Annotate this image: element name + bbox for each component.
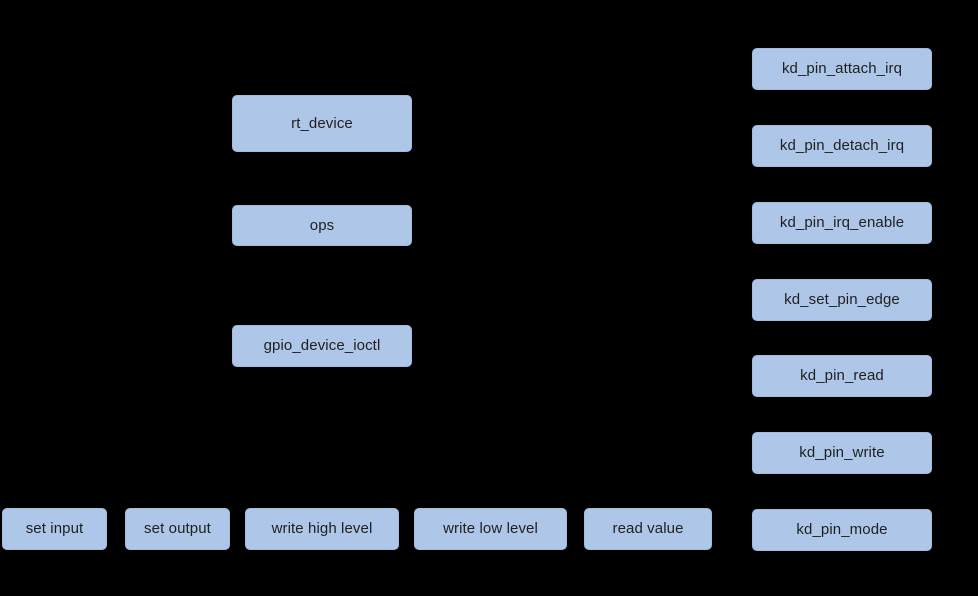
node-ops[interactable]: ops xyxy=(232,205,412,246)
node-label: rt_device xyxy=(291,114,353,132)
node-set-output[interactable]: set output xyxy=(125,508,230,550)
node-set-input[interactable]: set input xyxy=(2,508,107,550)
node-label: kd_set_pin_edge xyxy=(784,291,900,309)
node-gpio-device-ioctl[interactable]: gpio_device_ioctl xyxy=(232,325,412,367)
node-label: kd_pin_detach_irq xyxy=(779,137,905,155)
node-label: kd_pin_mode xyxy=(796,521,888,539)
node-label: set output xyxy=(144,520,211,538)
node-label: kd_pin_irq_enable xyxy=(779,214,905,232)
node-label: gpio_device_ioctl xyxy=(263,337,381,355)
node-kd-pin-attach-irq[interactable]: kd_pin_attach_irq xyxy=(752,48,932,90)
diagram-canvas: rt_device ops gpio_device_ioctl kd_pin_a… xyxy=(0,0,978,596)
node-read-value[interactable]: read value xyxy=(584,508,712,550)
node-kd-pin-read[interactable]: kd_pin_read xyxy=(752,355,932,397)
node-kd-pin-irq-enable[interactable]: kd_pin_irq_enable xyxy=(752,202,932,244)
node-write-high-level[interactable]: write high level xyxy=(245,508,399,550)
node-write-low-level[interactable]: write low level xyxy=(414,508,567,550)
node-label: write high level xyxy=(271,520,373,538)
node-kd-set-pin-edge[interactable]: kd_set_pin_edge xyxy=(752,279,932,321)
node-kd-pin-write[interactable]: kd_pin_write xyxy=(752,432,932,474)
node-rt-device[interactable]: rt_device xyxy=(232,95,412,152)
node-label: set input xyxy=(25,520,84,538)
node-label: kd_pin_attach_irq xyxy=(781,60,903,78)
node-label: ops xyxy=(309,216,335,234)
node-label: kd_pin_write xyxy=(799,444,885,462)
node-label: read value xyxy=(612,520,684,538)
node-label: write low level xyxy=(443,520,538,538)
node-label: kd_pin_read xyxy=(800,367,884,385)
node-kd-pin-detach-irq[interactable]: kd_pin_detach_irq xyxy=(752,125,932,167)
node-kd-pin-mode[interactable]: kd_pin_mode xyxy=(752,509,932,551)
